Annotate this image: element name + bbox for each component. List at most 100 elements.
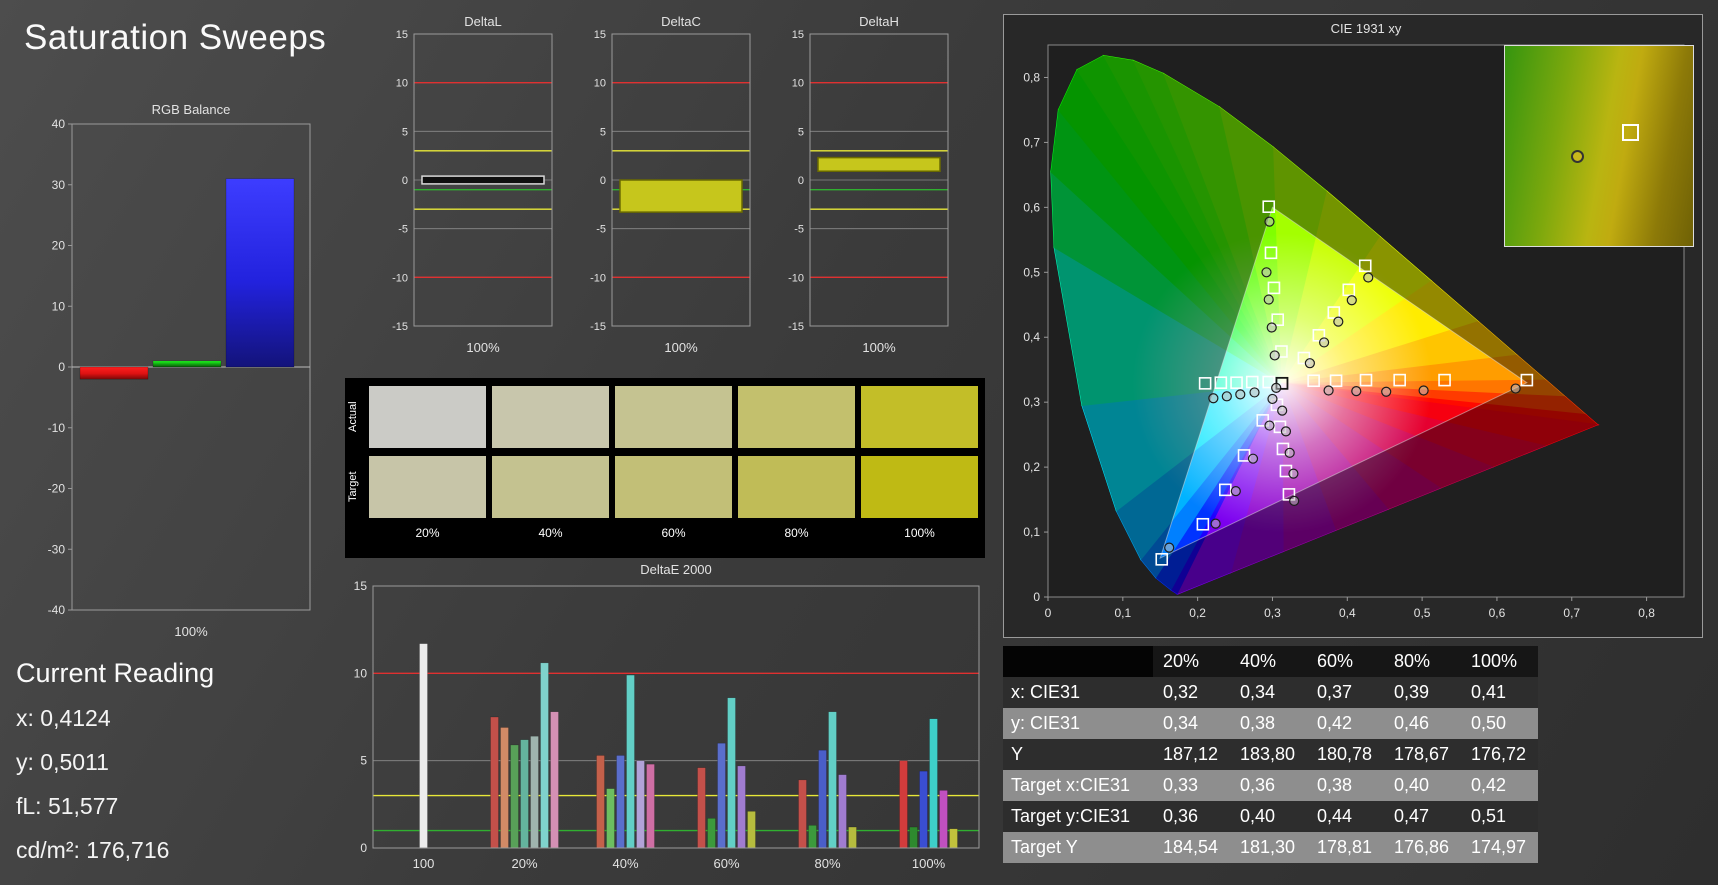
swatch-col-label: 40% bbox=[538, 526, 563, 540]
saturation-sweeps-screen: Saturation Sweeps RGB Balance -40 -30 -20 -1… bbox=[0, 0, 1718, 885]
measured-circle bbox=[1266, 322, 1277, 333]
chart-text: CIE 1931 xy bbox=[1331, 21, 1402, 36]
chart-text: 0 bbox=[1045, 606, 1052, 620]
green-bar bbox=[152, 360, 222, 368]
chart-text: 5 bbox=[402, 126, 408, 138]
measured-circle bbox=[1210, 518, 1221, 529]
table-cell: 180,78 bbox=[1317, 744, 1373, 764]
measured-circle bbox=[1249, 387, 1260, 398]
table-cell: 0,38 bbox=[1317, 775, 1353, 795]
table-row: Target Y 184,54 181,30 178,81 176,86 174,97 bbox=[1003, 832, 1538, 863]
chart-text: 0,1 bbox=[1114, 606, 1131, 620]
chart-text: -10 bbox=[48, 421, 66, 435]
delta-e-bar bbox=[707, 818, 716, 849]
chart-text: -10 bbox=[392, 272, 408, 284]
measured-circle bbox=[1235, 389, 1246, 400]
chart-text: -15 bbox=[788, 321, 804, 333]
inset-target-square bbox=[1621, 124, 1639, 141]
delta-e-bar bbox=[727, 697, 736, 849]
table-cell: 0,44 bbox=[1317, 806, 1353, 826]
chart-text: 100% bbox=[664, 340, 698, 355]
table-cell: 187,12 bbox=[1163, 744, 1219, 764]
chart-text: 0,6 bbox=[1489, 606, 1506, 620]
measured-circle bbox=[1230, 486, 1241, 497]
delta-e-bar bbox=[828, 711, 837, 849]
swatch-row-label: Actual bbox=[347, 401, 359, 433]
target-swatch bbox=[492, 456, 609, 518]
current-reading: Current Reading x: 0,4124 y: 0,5011 fL: … bbox=[16, 658, 214, 881]
delta-e-bar bbox=[848, 826, 857, 849]
chart-text: 0,3 bbox=[1023, 395, 1040, 409]
target-swatch bbox=[738, 456, 855, 518]
chart-text: 5 bbox=[600, 126, 606, 138]
table-cell: 0,41 bbox=[1471, 682, 1507, 702]
current-reading-cdm2: cd/m²: 176,716 bbox=[16, 837, 170, 863]
chart-text: DeltaH bbox=[859, 14, 899, 29]
delta-e-bar bbox=[616, 755, 625, 849]
chart-text: 15 bbox=[354, 579, 368, 593]
measured-circle bbox=[1289, 495, 1300, 506]
table-row: y: CIE31 0,34 0,38 0,42 0,46 0,50 bbox=[1003, 708, 1538, 739]
delta-e-bar bbox=[808, 825, 817, 849]
table-header-cell: 40% bbox=[1240, 651, 1277, 671]
swatch-row-label: Target bbox=[347, 471, 359, 503]
measured-circle bbox=[1363, 272, 1374, 283]
table-cell: 0,47 bbox=[1394, 806, 1430, 826]
chart-text: 5 bbox=[360, 754, 367, 768]
delta-e-bar bbox=[798, 779, 807, 849]
chart-text: 0,8 bbox=[1023, 70, 1040, 84]
measured-circle bbox=[1221, 391, 1232, 402]
chart-text: 0,1 bbox=[1023, 525, 1040, 539]
rgb-balance-chart: RGB Balance -40 -30 -20 -10 0 10 20 30 40 100% bbox=[48, 102, 311, 639]
measured-circle bbox=[1264, 420, 1275, 431]
table-cell: 174,97 bbox=[1471, 837, 1527, 857]
measured-circle bbox=[1247, 453, 1259, 464]
chart-text: 0,5 bbox=[1414, 606, 1431, 620]
plot-border bbox=[372, 585, 980, 849]
chart-text: 60% bbox=[713, 856, 739, 871]
table-cell: 176,86 bbox=[1394, 837, 1450, 857]
delta-e-bar bbox=[540, 662, 549, 849]
measured-circle bbox=[1288, 468, 1299, 479]
chart-text: -15 bbox=[590, 321, 606, 333]
table-header-cell: 80% bbox=[1394, 651, 1431, 671]
chart-text: 0,6 bbox=[1023, 200, 1040, 214]
chart-text: -40 bbox=[48, 603, 66, 617]
delta-e-bar bbox=[697, 767, 706, 849]
delta-e-bar bbox=[510, 744, 519, 849]
chart-text: 15 bbox=[396, 29, 408, 41]
delta-e-bar bbox=[717, 742, 726, 849]
measured-circle bbox=[1418, 385, 1429, 396]
table-cell: 0,51 bbox=[1471, 806, 1507, 826]
measured-circle bbox=[1269, 350, 1280, 361]
chart-text: 10 bbox=[354, 666, 368, 680]
actual-swatch bbox=[492, 386, 609, 448]
chart-text: 20 bbox=[52, 239, 66, 253]
chart-text: 100% bbox=[912, 856, 946, 871]
delta-e-bar bbox=[490, 716, 499, 849]
measured-circle bbox=[1271, 382, 1282, 393]
chart-text: 0 bbox=[1033, 590, 1040, 604]
cie-zoom-inset bbox=[1504, 45, 1694, 247]
chart-text: 100% bbox=[466, 340, 500, 355]
chart-text: 40 bbox=[52, 117, 66, 131]
current-reading-y: y: 0,5011 bbox=[16, 749, 109, 775]
table-cell: 178,67 bbox=[1394, 744, 1450, 764]
measured-circle bbox=[1351, 386, 1362, 397]
delta-e-bar bbox=[949, 828, 958, 849]
table-row-label: Target Y bbox=[1011, 837, 1078, 857]
chart-text: 0 bbox=[798, 175, 804, 187]
delta-e-bar bbox=[626, 674, 635, 849]
table-row: Target y:CIE31 0,36 0,40 0,44 0,47 0,51 bbox=[1003, 801, 1538, 832]
delta-e-bar bbox=[530, 735, 539, 849]
target-swatch bbox=[615, 456, 732, 518]
measured-circle bbox=[1277, 405, 1288, 416]
measured-circle bbox=[1323, 385, 1334, 396]
measured-circle bbox=[1284, 447, 1295, 458]
table-cell: 181,30 bbox=[1240, 837, 1296, 857]
table-header-cell bbox=[1003, 646, 1153, 677]
blue-bar bbox=[225, 178, 295, 368]
chart-text: 5 bbox=[798, 126, 804, 138]
table-cell: 0,40 bbox=[1240, 806, 1276, 826]
chart-text: 0,7 bbox=[1563, 606, 1580, 620]
